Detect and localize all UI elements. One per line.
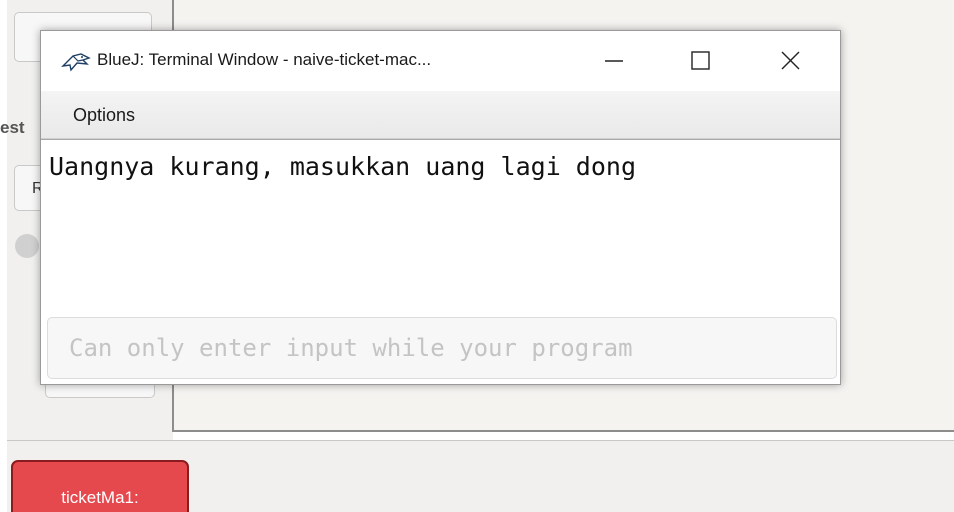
testing-label: est — [0, 118, 25, 137]
input-placeholder: Can only enter input while your program — [69, 334, 633, 362]
minimize-button[interactable] — [575, 31, 655, 91]
terminal-titlebar[interactable]: BlueJ: Terminal Window - naive-ticket-ma… — [41, 31, 840, 91]
terminal-menubar: Options — [41, 91, 840, 139]
terminal-input-field[interactable]: Can only enter input while your program — [47, 317, 837, 379]
close-icon — [781, 51, 800, 70]
output-text: Uangnya kurang, masukkan uang lagi dong — [49, 152, 636, 181]
object-instance-chip[interactable]: ticketMa1: — [11, 460, 189, 512]
bluej-bird-icon — [61, 53, 91, 72]
options-menu[interactable]: Options — [73, 105, 135, 126]
terminal-title: BlueJ: Terminal Window - naive-ticket-ma… — [97, 50, 432, 69]
terminal-output[interactable]: Uangnya kurang, masukkan uang lagi dong — [41, 139, 840, 316]
close-button[interactable] — [751, 31, 831, 91]
terminal-window: BlueJ: Terminal Window - naive-ticket-ma… — [40, 30, 841, 385]
maximize-button[interactable] — [661, 31, 741, 91]
recording-indicator-icon — [15, 234, 39, 258]
maximize-icon — [691, 51, 710, 70]
bluej-workspace: est R ticketMa1: BlueJ: Terminal Window … — [0, 0, 954, 512]
minimize-icon — [605, 60, 623, 62]
